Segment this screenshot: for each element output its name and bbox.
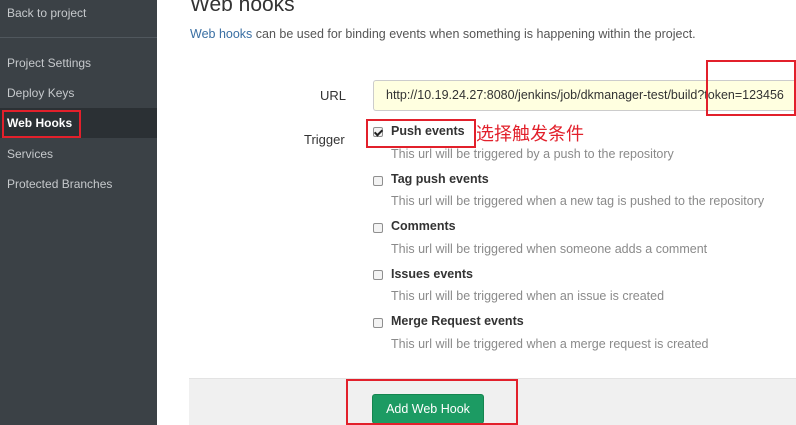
push-events-help: This url will be triggered by a push to … [391,147,674,161]
sidebar-item-web-hooks-label[interactable]: Web Hooks [7,116,72,130]
description-text: can be used for binding events when some… [252,27,696,41]
sidebar-item-services[interactable]: Services [7,147,53,161]
page-description: Web hooks can be used for binding events… [190,27,696,41]
comments-checkbox[interactable] [373,223,383,233]
main-content [157,0,796,425]
trigger-label: Trigger [304,132,345,147]
push-events-label[interactable]: Push events [391,124,465,138]
merge-request-events-checkbox[interactable] [373,318,383,328]
sidebar-item-project-settings[interactable]: Project Settings [7,56,91,70]
comments-help: This url will be triggered when someone … [391,242,708,256]
comments-label[interactable]: Comments [391,219,456,233]
sidebar-item-deploy-keys[interactable]: Deploy Keys [7,86,74,100]
merge-request-events-help: This url will be triggered when a merge … [391,337,709,351]
annotation-text: 选择触发条件 [476,124,584,145]
issues-events-help: This url will be triggered when an issue… [391,289,665,303]
form-actions [189,378,796,425]
sidebar-divider [0,37,157,38]
page-title: Web hooks [190,0,295,16]
url-input[interactable]: http://10.19.24.27:8080/jenkins/job/dkma… [373,80,796,111]
back-to-project-link[interactable]: Back to project [7,6,86,20]
sidebar-item-protected-branches[interactable]: Protected Branches [7,177,112,191]
tag-push-events-help: This url will be triggered when a new ta… [391,194,765,208]
web-hooks-doc-link[interactable]: Web hooks [190,27,252,41]
issues-events-label[interactable]: Issues events [391,267,473,281]
add-web-hook-button[interactable]: Add Web Hook [372,394,484,424]
sidebar: Back to project Project Settings Deploy … [0,0,157,425]
push-events-checkbox[interactable] [373,127,383,137]
tag-push-events-checkbox[interactable] [373,176,383,186]
tag-push-events-label[interactable]: Tag push events [391,172,489,186]
url-label: URL [320,88,347,103]
issues-events-checkbox[interactable] [373,270,383,280]
merge-request-events-label[interactable]: Merge Request events [391,314,524,328]
